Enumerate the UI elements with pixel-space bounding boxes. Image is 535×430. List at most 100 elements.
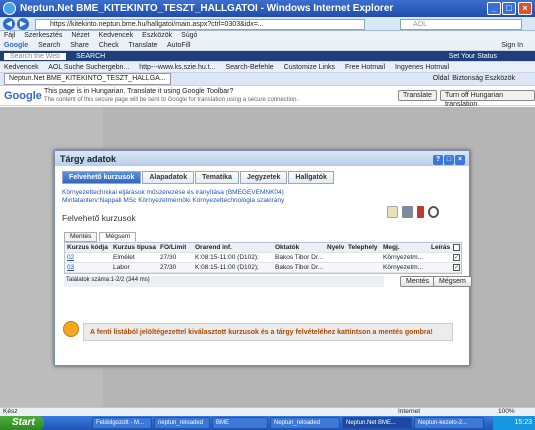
subtab-cancel[interactable]: Mégsem: [99, 232, 137, 242]
url-input[interactable]: https://kitekinto.neptun.bme.hu/hallgato…: [35, 19, 365, 30]
action-icons: [383, 206, 439, 220]
google-translate-bar: Google This page is in Hungarian. Transl…: [0, 86, 535, 108]
google-logo: Google: [4, 90, 42, 102]
tab-topics[interactable]: Tematika: [195, 171, 239, 184]
select-all-checkbox[interactable]: [453, 244, 460, 251]
security-menu[interactable]: Biztonság: [452, 73, 483, 84]
course-type: Labor: [113, 264, 130, 271]
favorite-link[interactable]: Customize Links: [284, 64, 335, 71]
table-row[interactable]: 02 Elmélet 27/30 K:08:15-11:00 (D102); B…: [65, 253, 461, 263]
menu-favorites[interactable]: Kedvencek: [99, 32, 134, 39]
favorite-link[interactable]: Search-Befehle: [225, 64, 273, 71]
table-row[interactable]: 03 Labor 27/30 K:08:15-11:00 (D102); Bak…: [65, 263, 461, 273]
translate-button[interactable]: Translate: [398, 90, 437, 101]
col-description[interactable]: Leírás: [431, 244, 450, 251]
close-button[interactable]: ×: [518, 2, 532, 15]
ie-logo-icon: [3, 2, 16, 15]
maximize-button[interactable]: □: [502, 2, 516, 15]
toolbar-check-button[interactable]: Check: [99, 42, 119, 49]
tab-students[interactable]: Hallgatók: [288, 171, 334, 184]
curriculum-name: Mintatanterv:Nappali MSc Környezetmérnök…: [62, 197, 285, 204]
signin-button[interactable]: Sign In: [501, 40, 523, 50]
minimize-button[interactable]: _: [487, 2, 501, 15]
favorite-link[interactable]: Free Hotmail: [345, 64, 385, 71]
course-note: Környezetm...: [383, 254, 424, 261]
aol-search-button[interactable]: SEARCH: [76, 53, 105, 60]
table-header: Kurzus kódja Kurzus típusa FŐ/Limit Órar…: [65, 243, 461, 253]
start-button[interactable]: Start: [0, 416, 44, 430]
col-note[interactable]: Megj.: [383, 244, 400, 251]
toolbar-search-button[interactable]: Search: [38, 42, 60, 49]
taskbar-item-active[interactable]: Neptun.Net BME...: [342, 417, 412, 429]
menu-help[interactable]: Súgó: [181, 32, 197, 39]
address-bar: ◀ ▶ https://kitekinto.neptun.bme.hu/hall…: [0, 17, 535, 31]
aol-toolbar: Search the Web SEARCH Set Your Status: [0, 51, 535, 62]
taskbar-item[interactable]: neptun_reloaded: [154, 417, 210, 429]
print-icon[interactable]: [402, 206, 413, 218]
pin-icon[interactable]: [417, 206, 424, 218]
toolbar-share-button[interactable]: Share: [70, 42, 89, 49]
save-button[interactable]: Mentés: [400, 276, 435, 287]
course-note: Környezetm...: [383, 264, 424, 271]
col-limit[interactable]: FŐ/Limit: [160, 244, 186, 251]
browser-tab[interactable]: Neptun.Net BME_KITEKINTO_TESZT_HALLGA...: [4, 73, 171, 85]
favorite-link[interactable]: Ingyenes Hotmail: [395, 64, 449, 71]
menu-file[interactable]: Fájl: [4, 32, 15, 39]
course-schedule: K:08:15-11:00 (D102);: [195, 264, 259, 271]
search-icon[interactable]: [428, 206, 439, 218]
course-checkbox[interactable]: ✓: [453, 264, 460, 271]
taskbar: Start Feldolgozott - M... neptun_reloade…: [0, 416, 535, 430]
col-type[interactable]: Kurzus típusa: [113, 244, 156, 251]
dialog-header: Tárgy adatok ? □ ×: [55, 151, 469, 166]
favorite-link[interactable]: AOL Suche Suchergebn...: [48, 64, 129, 71]
subject-name: Környezettechnikai eljárások műszerezése…: [62, 189, 284, 196]
favorite-link[interactable]: http---www.ks.szie.hu.t...: [139, 64, 215, 71]
turn-off-translation-button[interactable]: Turn off Hungarian translation: [440, 90, 535, 108]
translate-message: This page is in Hungarian. Translate it …: [44, 88, 298, 104]
toolbar-translate-button[interactable]: Translate: [129, 42, 158, 49]
taskbar-item[interactable]: Feldolgozott - M...: [92, 417, 152, 429]
col-site[interactable]: Telephely: [348, 244, 378, 251]
page-menu[interactable]: Oldal: [433, 73, 449, 84]
window-title: Neptun.Net BME_KITEKINTO_TESZT_HALLGATOI…: [20, 3, 394, 14]
tab-available-courses[interactable]: Felvehető kurzusok: [62, 171, 142, 184]
toolbar-autofill-button[interactable]: AutoFill: [167, 42, 190, 49]
col-language[interactable]: Nyelv: [327, 244, 344, 251]
col-teachers[interactable]: Oktatók: [275, 244, 299, 251]
cancel-button[interactable]: Mégsem: [433, 276, 472, 287]
favorites-button[interactable]: Kedvencek: [4, 64, 39, 71]
restore-icon[interactable]: □: [444, 155, 454, 165]
taskbar-item[interactable]: Neptun-kezelo-2...: [414, 417, 484, 429]
menu-view[interactable]: Nézet: [71, 32, 89, 39]
course-code-link[interactable]: 03: [67, 264, 74, 271]
menu-edit[interactable]: Szerkesztés: [24, 32, 62, 39]
export-icon[interactable]: [387, 206, 398, 218]
col-code[interactable]: Kurzus kódja: [67, 244, 108, 251]
course-code-link[interactable]: 02: [67, 254, 74, 261]
taskbar-item[interactable]: Neptun_reloaded: [270, 417, 340, 429]
menu-tools[interactable]: Eszközök: [142, 32, 172, 39]
dialog-close-icon[interactable]: ×: [455, 155, 465, 165]
menu-bar: Fájl Szerkesztés Nézet Kedvencek Eszközö…: [0, 31, 535, 40]
section-title: Felvehető kurzusok: [62, 213, 136, 223]
tab-basic-data[interactable]: Alapadatok: [142, 171, 195, 184]
help-icon[interactable]: ?: [433, 155, 443, 165]
taskbar-item[interactable]: BME: [212, 417, 268, 429]
subject-info: Környezettechnikai eljárások műszerezése…: [62, 189, 452, 205]
browser-search-input[interactable]: AOL: [400, 19, 522, 30]
course-checkbox[interactable]: ✓: [453, 254, 460, 261]
subtab-save[interactable]: Mentés: [64, 232, 98, 242]
forward-icon[interactable]: ▶: [17, 18, 29, 30]
aol-search-input[interactable]: Search the Web: [4, 53, 67, 60]
google-toolbar: Google Search Share Check Translate Auto…: [0, 40, 535, 51]
course-teacher: Bakos Tibor Dr...: [275, 264, 323, 271]
col-schedule[interactable]: Órarend inf.: [195, 244, 232, 251]
translate-note: The content of this secure page will be …: [44, 97, 299, 103]
course-type: Elmélet: [113, 254, 135, 261]
zoom-level[interactable]: 100%: [498, 408, 515, 416]
back-icon[interactable]: ◀: [3, 18, 15, 30]
tab-notes[interactable]: Jegyzetek: [239, 171, 288, 184]
set-status-button[interactable]: Set Your Status: [449, 51, 497, 61]
dialog-tabs: Felvehető kurzusok Alapadatok Tematika Jegy…: [62, 171, 335, 184]
tools-menu[interactable]: Eszközök: [485, 73, 515, 84]
